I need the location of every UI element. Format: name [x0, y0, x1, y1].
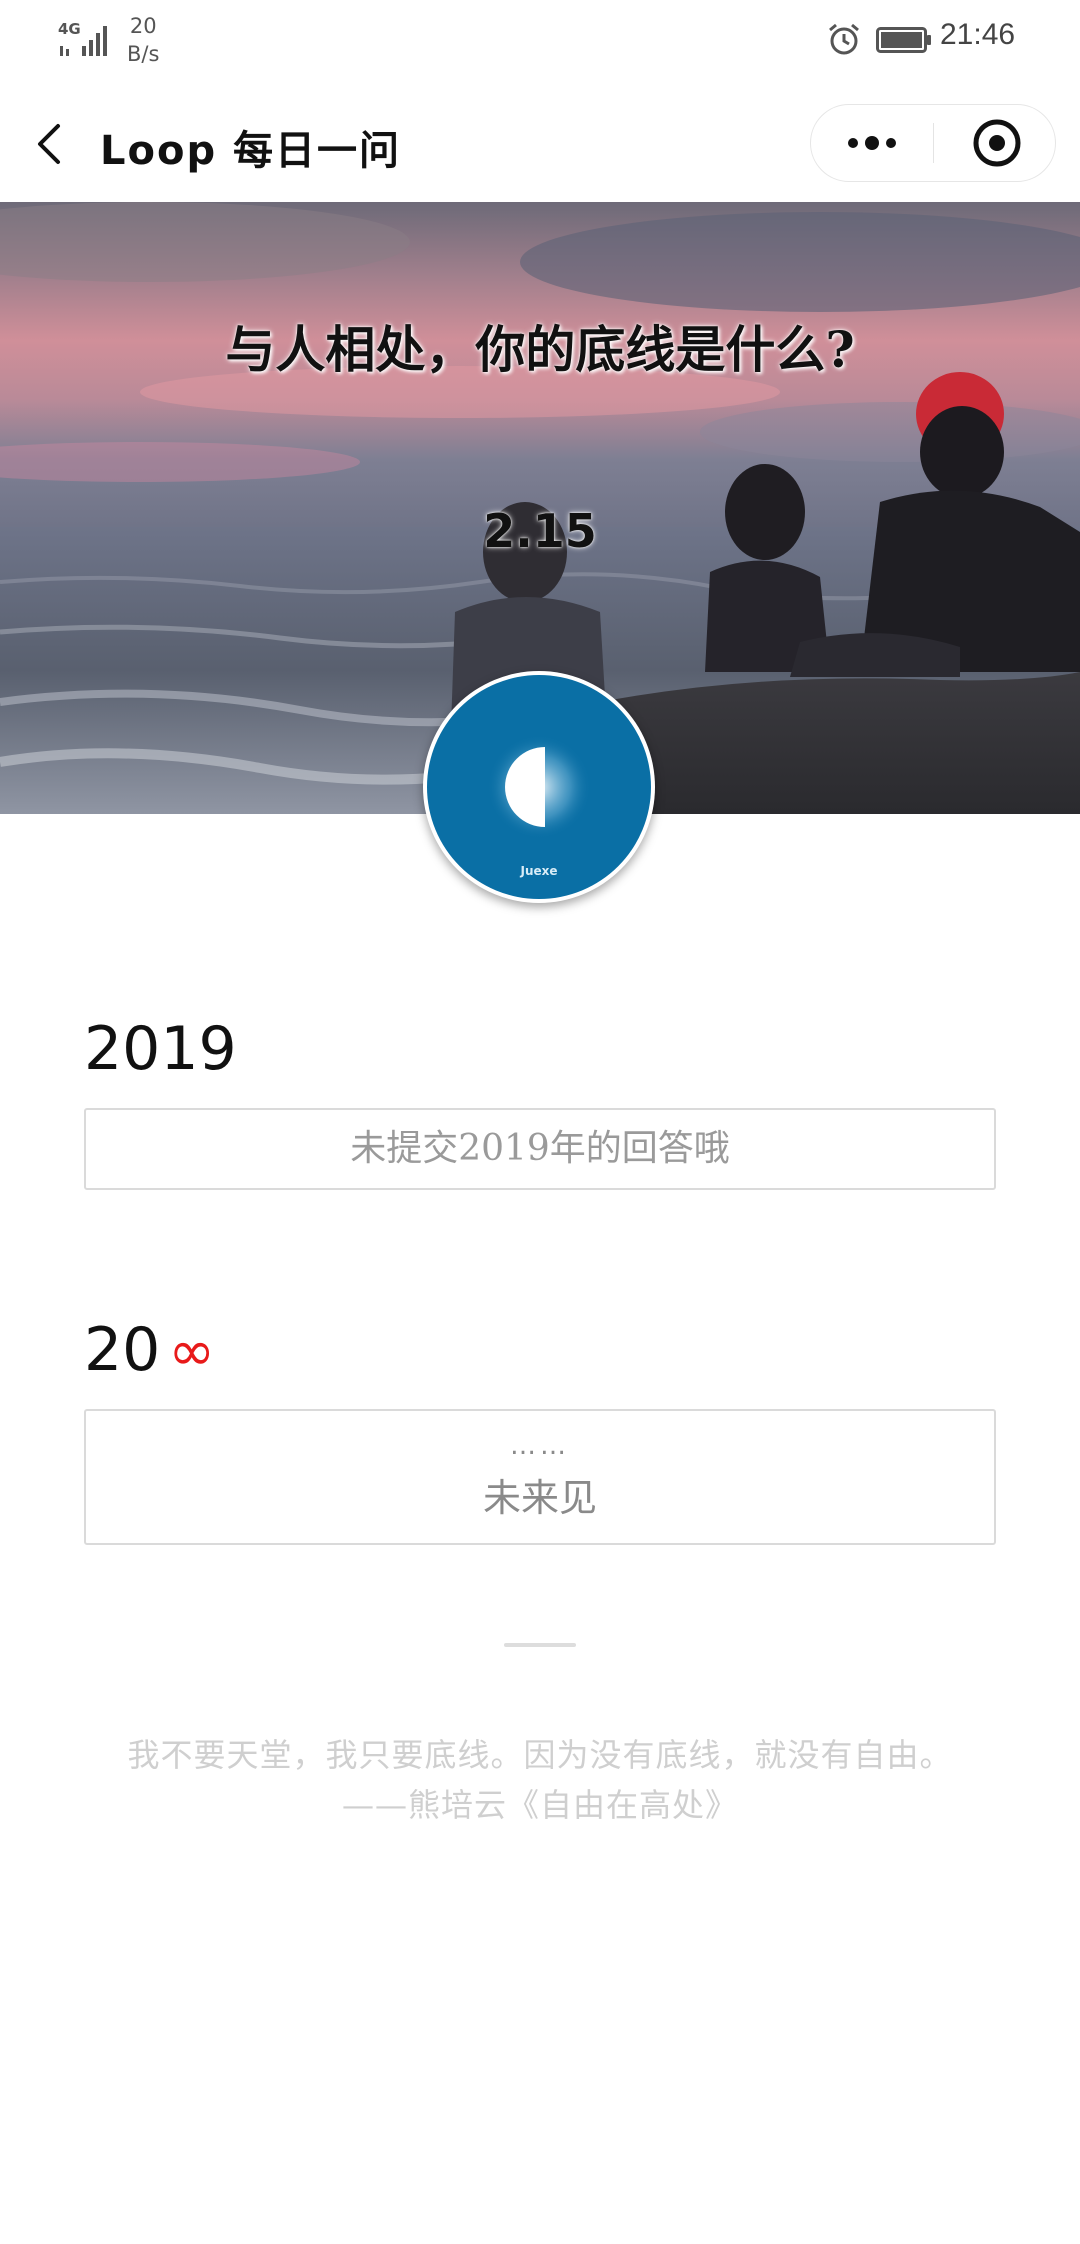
battery-icon [876, 27, 931, 53]
quote-text: 我不要天堂，我只要底线。因为没有底线，就没有自由。 [127, 1736, 953, 1774]
more-dots-icon [848, 136, 896, 150]
alarm-icon [829, 23, 859, 55]
speed-value: 20 [129, 14, 157, 38]
clock: 21:46 [940, 18, 1016, 51]
network-type: 4G [58, 20, 81, 38]
speed-unit: B/s [127, 42, 160, 66]
status-bar: 4G 20 B/s 21:46 [0, 0, 1080, 84]
future-text: 未来见 [482, 1476, 597, 1520]
section-divider [504, 1643, 576, 1647]
nav-header: Loop 每日一问 [0, 84, 1080, 202]
more-button[interactable] [811, 105, 933, 181]
question-date: 2.15 [483, 504, 597, 558]
network-speed: 20 B/s [127, 12, 159, 68]
avatar-label: Juexe [520, 864, 558, 878]
quote-block: 我不要天堂，我只要底线。因为没有底线，就没有自由。 ——熊培云《自由在高处》 [0, 1730, 1080, 1830]
ellipsis-dots: …… [510, 1431, 570, 1461]
year-2019-heading: 2019 [84, 1014, 237, 1084]
avatar[interactable]: Juexe [423, 671, 655, 903]
close-target-icon [973, 119, 1021, 167]
close-button[interactable] [934, 105, 1056, 181]
year-prefix: 20 [84, 1315, 161, 1385]
daily-question: 与人相处，你的底线是什么? [225, 320, 855, 379]
answer-2019-box[interactable]: 未提交2019年的回答哦 [84, 1108, 996, 1190]
infinity-symbol: ∞ [168, 1319, 216, 1384]
year-future-heading: 20 ∞ [84, 1315, 215, 1385]
back-button[interactable] [28, 114, 72, 174]
answer-future-box: …… 未来见 [84, 1409, 996, 1545]
mini-program-capsule [810, 104, 1056, 182]
page-title: Loop 每日一问 [100, 128, 402, 174]
quote-source: ——熊培云《自由在高处》 [341, 1786, 738, 1824]
back-arrow-icon [38, 124, 60, 164]
